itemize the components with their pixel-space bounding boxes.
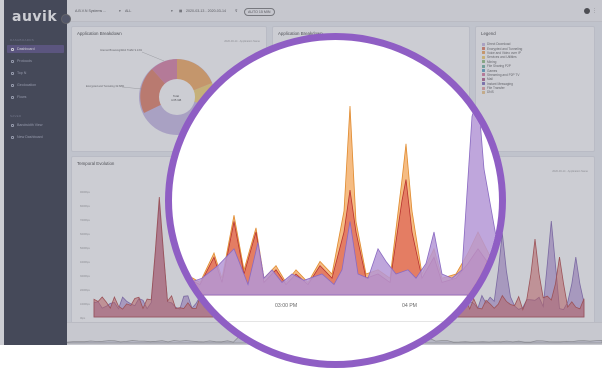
sidebar-item-label: Dashboard: [17, 47, 35, 51]
sidebar-item-top-n[interactable]: Top N: [7, 69, 64, 77]
sidebar-item-dashboard[interactable]: Dashboard: [7, 45, 64, 53]
slice-label: Internet Browsing/Web Traffic 9.14%: [100, 49, 143, 52]
more-options-icon[interactable]: ⋮: [592, 8, 597, 14]
slice-label: Encrypted and Tunneling 32.68%: [86, 85, 125, 88]
date-range[interactable]: 2020-03-13 - 2020-03-14: [186, 9, 226, 13]
filter-selector[interactable]: ALL: [125, 9, 131, 13]
sidebar-item-protocols[interactable]: Protocols: [7, 57, 64, 65]
sidebar-item-label: Flows: [17, 95, 27, 99]
sidebar-item-geolocation[interactable]: Geolocation: [7, 81, 64, 89]
refresh-badge[interactable]: AUTO 15 MIN: [244, 8, 275, 16]
zoomed-x-axis: [172, 321, 499, 322]
sidebar-item-label: Geolocation: [17, 83, 37, 87]
sidebar-item-saved-1[interactable]: Bandwidth View: [7, 121, 64, 129]
app-frame: auvik Dashboards Dashboard Protocols Top…: [0, 0, 602, 368]
logo-text: auvik: [12, 9, 58, 25]
auvik-logo[interactable]: auvik: [12, 8, 57, 25]
plus-icon: [11, 135, 14, 139]
sidebar-item-label: New Dashboard: [17, 135, 43, 139]
calendar-icon: ▦: [179, 9, 183, 13]
top-n-icon: [11, 71, 14, 75]
sidebar-item-saved-2[interactable]: New Dashboard: [7, 133, 64, 141]
sidebar-section-dashboards: Dashboards: [10, 38, 35, 42]
flows-icon: [11, 95, 14, 99]
sidebar: auvik Dashboards Dashboard Protocols Top…: [4, 0, 67, 345]
sidebar-item-label: Bandwidth View: [17, 123, 43, 127]
site-selector[interactable]: A.B.V.N Systems ...: [75, 9, 106, 13]
collapse-sidebar-button[interactable]: [61, 14, 71, 24]
bookmark-icon: [11, 123, 14, 127]
magnifier-lens: 03:00 PM 04 PM: [165, 33, 506, 368]
top-bar: A.B.V.N Systems ... ▾ ALL ▾ ▦ 2020-03-13…: [67, 0, 602, 22]
filter-icon[interactable]: ⊽: [235, 9, 238, 13]
panel-title: Legend: [481, 31, 496, 36]
sidebar-item-label: Top N: [17, 71, 27, 75]
sidebar-item-label: Protocols: [17, 59, 32, 63]
protocols-icon: [11, 59, 14, 63]
sidebar-item-flows[interactable]: Flows: [7, 93, 64, 101]
dashboard-icon: [11, 47, 14, 51]
sidebar-section-saved: Saved: [10, 114, 22, 118]
x-tick-label: 04 PM: [402, 303, 417, 309]
zoomed-area-chart: [172, 95, 499, 296]
user-avatar[interactable]: [584, 8, 590, 14]
x-tick-label: 03:00 PM: [275, 303, 298, 309]
chevron-down-icon[interactable]: ▾: [119, 9, 121, 13]
chevron-down-icon[interactable]: ▾: [171, 9, 173, 13]
globe-icon: [11, 83, 14, 87]
